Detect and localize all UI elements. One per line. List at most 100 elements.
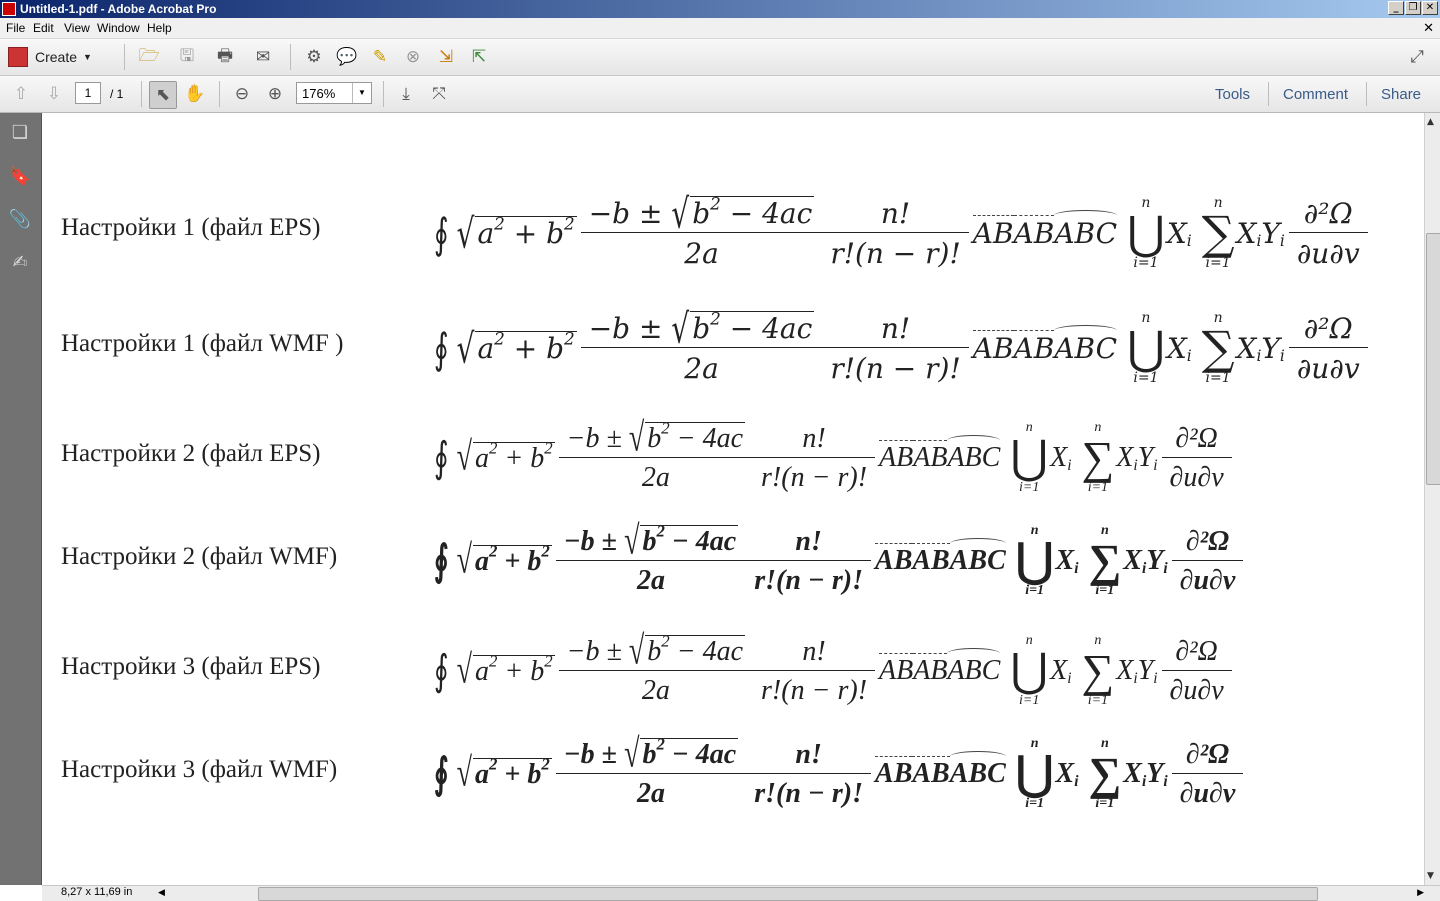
quadratic-fraction: −b ± √ b2 − 4ac 2a — [555, 518, 747, 597]
union-operator: n ⋃ i=1 — [1010, 633, 1049, 708]
share-tab[interactable]: Share — [1381, 86, 1421, 103]
partial-derivative-fraction: ∂²Ω ∂u∂v — [1288, 197, 1368, 270]
partial-derivative-fraction: ∂²Ω ∂u∂v — [1288, 312, 1368, 385]
attachments-icon[interactable]: 📎 — [8, 208, 32, 232]
comment-tab[interactable]: Comment — [1283, 86, 1348, 103]
expand-icon[interactable]: ⤢ — [1404, 44, 1430, 70]
scroll-up-icon[interactable]: ▲ — [1427, 117, 1434, 127]
sum-operator: n ∑ i=1 — [1201, 195, 1235, 271]
previous-page-icon[interactable]: ⇧ — [8, 81, 34, 107]
row-label: Настройки 3 (файл WMF) — [61, 756, 338, 783]
page-size-label: 8,27 x 11,69 in — [61, 886, 133, 898]
menu-view[interactable]: View — [64, 21, 90, 35]
partial-derivative-fraction: ∂²Ω ∂u∂v — [1171, 739, 1244, 810]
quadratic-fraction: −b ± √ b2 − 4ac 2a — [580, 304, 823, 385]
x-term: Xi — [1055, 758, 1079, 790]
combination-fraction: n! r!(n − r)! — [753, 636, 876, 707]
signatures-icon[interactable]: ✍ — [8, 251, 32, 275]
combination-fraction: n! r!(n − r)! — [746, 739, 872, 810]
minimize-button[interactable]: _ — [1388, 1, 1404, 15]
close-button[interactable]: ✕ — [1422, 1, 1438, 15]
scroll-right-icon[interactable]: ▶ — [1417, 887, 1424, 898]
page-import-icon[interactable]: ⇱ — [466, 44, 492, 70]
hand-tool-icon[interactable]: ✋ — [182, 81, 208, 107]
page-number-input[interactable] — [75, 82, 101, 104]
select-cursor-icon[interactable]: ⬉ — [149, 81, 177, 109]
vector-arc-terms: AB AB ABC — [879, 648, 1001, 686]
fit-page-icon[interactable]: ⤓ — [393, 81, 419, 107]
sqrt-term: √ a2 + b2 — [456, 750, 552, 796]
open-folder-icon[interactable]: 🗁 — [136, 44, 162, 70]
print-icon[interactable]: 🖶 — [212, 44, 238, 70]
zoom-in-icon[interactable]: ⊕ — [262, 81, 288, 107]
xy-term: XiYi — [1236, 331, 1285, 365]
toolbar-separator — [1366, 82, 1367, 106]
scroll-down-icon[interactable]: ▼ — [1427, 871, 1434, 881]
highlight-icon[interactable]: ✎ — [367, 44, 393, 70]
row-label: Настройки 2 (файл WMF) — [61, 543, 338, 570]
sqrt-term: √ a2 + b2 — [456, 324, 577, 372]
xy-term: XiYi — [1116, 655, 1158, 687]
zoom-value: 176% — [302, 86, 336, 101]
scroll-left-icon[interactable]: ◀ — [158, 887, 165, 898]
fit-width-icon[interactable]: ⤧ — [426, 81, 452, 107]
vertical-scroll-thumb[interactable] — [1426, 233, 1440, 485]
union-operator: n ⋃ i=1 — [1127, 195, 1165, 271]
menu-edit[interactable]: Edit — [33, 21, 54, 35]
sum-operator: n ∑ i=1 — [1081, 420, 1115, 495]
quadratic-fraction: −b ± √ b2 − 4ac 2a — [580, 189, 823, 270]
formula: ∮ √ a2 + b2 −b ± √ b2 − 4ac 2a n! r!(n − r)!… — [434, 621, 1236, 721]
union-operator: n ⋃ i=1 — [1015, 523, 1054, 598]
sum-operator: n ∑ i=1 — [1088, 523, 1122, 598]
page-thumbnails-icon[interactable]: ❏ — [8, 121, 32, 145]
horizontal-scroll-thumb[interactable] — [258, 887, 1318, 901]
menu-help[interactable]: Help — [147, 21, 172, 35]
create-button[interactable]: Create ▼ — [8, 45, 92, 69]
menu-window[interactable]: Window — [97, 21, 140, 35]
formula: ∮ √ a2 + b2 −b ± √ b2 − 4ac 2a n! r!(n − r)!… — [434, 183, 1372, 283]
toolbar-separator — [1268, 82, 1269, 106]
bookmarks-icon[interactable]: 🔖 — [8, 165, 32, 189]
x-term: Xi — [1050, 442, 1072, 474]
formula-row: Настройки 1 (файл WMF ) ∮ √ a2 + b2 −b ± … — [42, 298, 1424, 398]
create-label: Create — [35, 49, 78, 65]
contour-integral-symbol: ∮ — [434, 435, 449, 483]
vector-arc-terms: AB AB ABC — [972, 209, 1118, 250]
settings-gear-icon[interactable]: ⚙ — [301, 44, 327, 70]
zoom-out-icon[interactable]: ⊖ — [229, 81, 255, 107]
status-bar: 8,27 x 11,69 in ◀ ▶ — [42, 885, 1440, 901]
vector-arc-terms: AB AB ABC — [879, 435, 1001, 473]
toolbar-separator — [141, 81, 142, 107]
tools-tab[interactable]: Tools — [1215, 86, 1250, 103]
vector-arc-terms: AB AB ABC — [875, 751, 1006, 789]
chevron-down-icon[interactable]: ▼ — [352, 83, 371, 103]
sum-operator: n ∑ i=1 — [1201, 310, 1235, 386]
page-export-icon[interactable]: ⇲ — [433, 44, 459, 70]
formula: ∮ √ a2 + b2 −b ± √ b2 − 4ac 2a n! r!(n − r)!… — [434, 408, 1236, 508]
contour-integral-symbol: ∮ — [434, 751, 449, 799]
partial-derivative-fraction: ∂²Ω ∂u∂v — [1161, 636, 1232, 707]
vertical-scrollbar[interactable]: ▲ ▼ — [1424, 113, 1440, 885]
restore-button[interactable]: ❐ — [1405, 1, 1421, 15]
sqrt-term: √ a2 + b2 — [456, 537, 552, 583]
contour-integral-symbol: ∮ — [434, 323, 449, 373]
email-icon[interactable]: ✉ — [250, 44, 276, 70]
toolbar-separator — [124, 44, 125, 70]
quadratic-fraction: −b ± √ b2 − 4ac 2a — [555, 731, 747, 810]
page-delete-icon[interactable]: ⊗ — [400, 44, 426, 70]
menu-file[interactable]: File — [6, 21, 25, 35]
sqrt-term: √ a2 + b2 — [456, 647, 555, 693]
document-close-icon[interactable]: ✕ — [1423, 20, 1434, 36]
create-pdf-icon — [8, 47, 28, 67]
row-label: Настройки 3 (файл EPS) — [61, 653, 321, 680]
formula: ∮ √ a2 + b2 −b ± √ b2 − 4ac 2a n! r!(n − r)!… — [434, 298, 1372, 398]
horizontal-scrollbar[interactable]: ◀ ▶ — [158, 886, 1424, 901]
combination-fraction: n! r!(n − r)! — [822, 312, 969, 385]
x-term: Xi — [1166, 331, 1192, 365]
save-icon[interactable]: 🖫 — [174, 44, 200, 70]
toolbar-separator — [290, 44, 291, 70]
next-page-icon[interactable]: ⇩ — [41, 81, 67, 107]
zoom-select[interactable]: 176% ▼ — [296, 82, 372, 104]
comment-bubble-icon[interactable]: 💬 — [334, 44, 360, 70]
contour-integral-symbol: ∮ — [434, 648, 449, 696]
